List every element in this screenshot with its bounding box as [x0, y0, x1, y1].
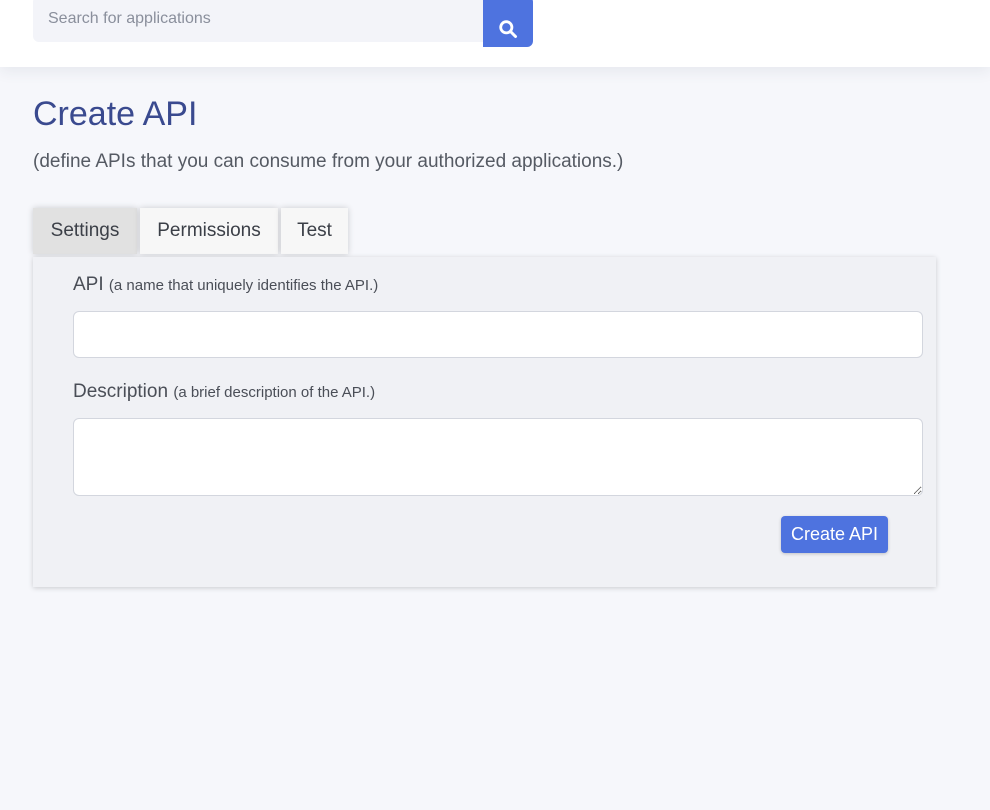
api-name-input[interactable]	[73, 311, 923, 358]
tab-permissions[interactable]: Permissions	[140, 208, 278, 254]
tab-settings[interactable]: Settings	[33, 208, 137, 254]
create-api-button[interactable]: Create API	[781, 516, 888, 553]
top-bar	[0, 0, 990, 67]
search-icon	[483, 19, 533, 39]
settings-panel: API (a name that uniquely identifies the…	[33, 257, 936, 587]
search-button[interactable]	[483, 0, 533, 47]
api-label-text: API	[73, 274, 104, 295]
search-input[interactable]	[33, 0, 483, 42]
page-title: Create API	[33, 95, 198, 133]
description-label-text: Description	[73, 381, 169, 402]
search-bar	[33, 0, 533, 47]
api-field-label: API (a name that uniquely identifies the…	[73, 274, 378, 296]
tab-test[interactable]: Test	[281, 208, 348, 254]
description-field-label: Description (a brief description of the …	[73, 381, 375, 403]
page-subtitle: (define APIs that you can consume from y…	[33, 151, 624, 172]
api-label-hint: (a name that uniquely identifies the API…	[108, 277, 379, 294]
description-label-hint: (a brief description of the API.)	[173, 384, 376, 401]
description-textarea[interactable]	[73, 418, 923, 496]
